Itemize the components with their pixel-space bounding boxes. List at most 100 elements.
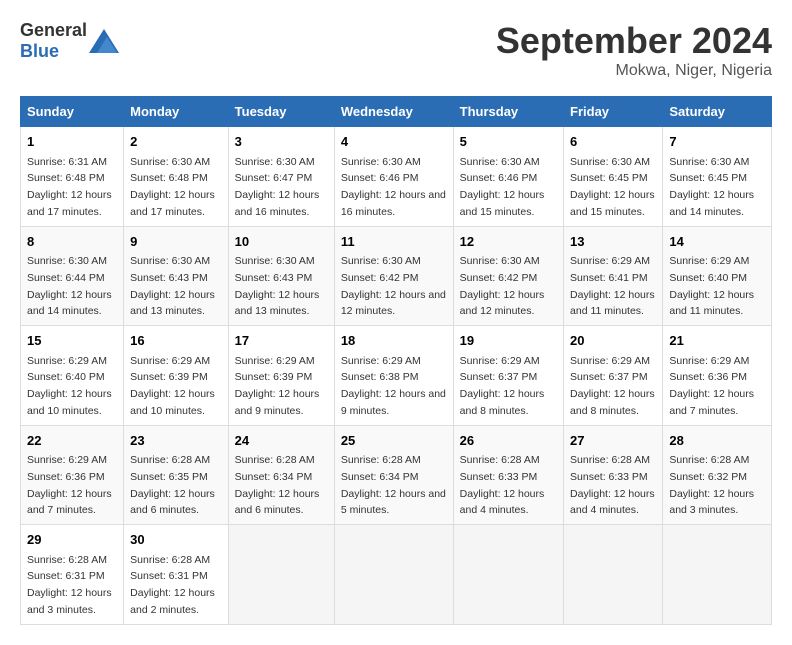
- calendar-cell: 28 Sunrise: 6:28 AMSunset: 6:32 PMDaylig…: [663, 425, 772, 525]
- day-number: 18: [341, 331, 447, 351]
- day-info: Sunrise: 6:28 AMSunset: 6:33 PMDaylight:…: [460, 454, 545, 516]
- day-number: 6: [570, 132, 656, 152]
- day-number: 5: [460, 132, 557, 152]
- day-number: 25: [341, 431, 447, 451]
- col-header-saturday: Saturday: [663, 97, 772, 127]
- calendar-cell: 29 Sunrise: 6:28 AMSunset: 6:31 PMDaylig…: [21, 525, 124, 625]
- day-info: Sunrise: 6:30 AMSunset: 6:48 PMDaylight:…: [130, 156, 215, 218]
- day-info: Sunrise: 6:30 AMSunset: 6:43 PMDaylight:…: [130, 255, 215, 317]
- calendar-cell: 15 Sunrise: 6:29 AMSunset: 6:40 PMDaylig…: [21, 326, 124, 426]
- day-info: Sunrise: 6:29 AMSunset: 6:37 PMDaylight:…: [570, 355, 655, 417]
- logo-text: General Blue: [20, 20, 87, 62]
- calendar-cell: 21 Sunrise: 6:29 AMSunset: 6:36 PMDaylig…: [663, 326, 772, 426]
- calendar-cell: 7 Sunrise: 6:30 AMSunset: 6:45 PMDayligh…: [663, 127, 772, 227]
- calendar-cell: 22 Sunrise: 6:29 AMSunset: 6:36 PMDaylig…: [21, 425, 124, 525]
- calendar-cell: 1 Sunrise: 6:31 AMSunset: 6:48 PMDayligh…: [21, 127, 124, 227]
- day-info: Sunrise: 6:28 AMSunset: 6:32 PMDaylight:…: [669, 454, 754, 516]
- calendar-cell: [564, 525, 663, 625]
- calendar-cell: [453, 525, 563, 625]
- calendar-cell: 6 Sunrise: 6:30 AMSunset: 6:45 PMDayligh…: [564, 127, 663, 227]
- logo-icon: [89, 29, 119, 53]
- title-block: September 2024 Mokwa, Niger, Nigeria: [496, 20, 772, 80]
- week-row-5: 29 Sunrise: 6:28 AMSunset: 6:31 PMDaylig…: [21, 525, 772, 625]
- day-number: 23: [130, 431, 222, 451]
- day-info: Sunrise: 6:28 AMSunset: 6:34 PMDaylight:…: [235, 454, 320, 516]
- day-info: Sunrise: 6:28 AMSunset: 6:35 PMDaylight:…: [130, 454, 215, 516]
- col-header-friday: Friday: [564, 97, 663, 127]
- page-header: General Blue September 2024 Mokwa, Niger…: [20, 20, 772, 80]
- calendar-cell: 8 Sunrise: 6:30 AMSunset: 6:44 PMDayligh…: [21, 226, 124, 326]
- day-number: 8: [27, 232, 117, 252]
- day-number: 16: [130, 331, 222, 351]
- day-info: Sunrise: 6:29 AMSunset: 6:40 PMDaylight:…: [669, 255, 754, 317]
- day-number: 27: [570, 431, 656, 451]
- week-row-4: 22 Sunrise: 6:29 AMSunset: 6:36 PMDaylig…: [21, 425, 772, 525]
- day-info: Sunrise: 6:31 AMSunset: 6:48 PMDaylight:…: [27, 156, 112, 218]
- day-number: 21: [669, 331, 765, 351]
- calendar-table: SundayMondayTuesdayWednesdayThursdayFrid…: [20, 96, 772, 625]
- day-info: Sunrise: 6:30 AMSunset: 6:45 PMDaylight:…: [669, 156, 754, 218]
- calendar-cell: 17 Sunrise: 6:29 AMSunset: 6:39 PMDaylig…: [228, 326, 334, 426]
- day-info: Sunrise: 6:28 AMSunset: 6:33 PMDaylight:…: [570, 454, 655, 516]
- day-info: Sunrise: 6:30 AMSunset: 6:47 PMDaylight:…: [235, 156, 320, 218]
- calendar-cell: 24 Sunrise: 6:28 AMSunset: 6:34 PMDaylig…: [228, 425, 334, 525]
- month-title: September 2024: [496, 20, 772, 62]
- day-number: 14: [669, 232, 765, 252]
- day-number: 26: [460, 431, 557, 451]
- col-header-sunday: Sunday: [21, 97, 124, 127]
- calendar-cell: 27 Sunrise: 6:28 AMSunset: 6:33 PMDaylig…: [564, 425, 663, 525]
- day-info: Sunrise: 6:28 AMSunset: 6:31 PMDaylight:…: [130, 554, 215, 616]
- calendar-cell: 20 Sunrise: 6:29 AMSunset: 6:37 PMDaylig…: [564, 326, 663, 426]
- day-info: Sunrise: 6:30 AMSunset: 6:46 PMDaylight:…: [341, 156, 446, 218]
- calendar-cell: [334, 525, 453, 625]
- calendar-cell: 4 Sunrise: 6:30 AMSunset: 6:46 PMDayligh…: [334, 127, 453, 227]
- day-number: 9: [130, 232, 222, 252]
- col-header-wednesday: Wednesday: [334, 97, 453, 127]
- day-info: Sunrise: 6:30 AMSunset: 6:43 PMDaylight:…: [235, 255, 320, 317]
- day-info: Sunrise: 6:30 AMSunset: 6:42 PMDaylight:…: [341, 255, 446, 317]
- day-info: Sunrise: 6:30 AMSunset: 6:45 PMDaylight:…: [570, 156, 655, 218]
- day-number: 29: [27, 530, 117, 550]
- day-number: 12: [460, 232, 557, 252]
- day-number: 30: [130, 530, 222, 550]
- day-info: Sunrise: 6:29 AMSunset: 6:36 PMDaylight:…: [27, 454, 112, 516]
- calendar-cell: 9 Sunrise: 6:30 AMSunset: 6:43 PMDayligh…: [124, 226, 229, 326]
- calendar-cell: 23 Sunrise: 6:28 AMSunset: 6:35 PMDaylig…: [124, 425, 229, 525]
- calendar-cell: [663, 525, 772, 625]
- day-number: 3: [235, 132, 328, 152]
- day-info: Sunrise: 6:29 AMSunset: 6:39 PMDaylight:…: [130, 355, 215, 417]
- col-header-monday: Monday: [124, 97, 229, 127]
- calendar-cell: 26 Sunrise: 6:28 AMSunset: 6:33 PMDaylig…: [453, 425, 563, 525]
- day-number: 13: [570, 232, 656, 252]
- day-number: 4: [341, 132, 447, 152]
- day-number: 11: [341, 232, 447, 252]
- calendar-cell: 19 Sunrise: 6:29 AMSunset: 6:37 PMDaylig…: [453, 326, 563, 426]
- day-number: 1: [27, 132, 117, 152]
- day-number: 10: [235, 232, 328, 252]
- day-info: Sunrise: 6:29 AMSunset: 6:41 PMDaylight:…: [570, 255, 655, 317]
- day-info: Sunrise: 6:30 AMSunset: 6:42 PMDaylight:…: [460, 255, 545, 317]
- calendar-cell: 2 Sunrise: 6:30 AMSunset: 6:48 PMDayligh…: [124, 127, 229, 227]
- day-info: Sunrise: 6:29 AMSunset: 6:38 PMDaylight:…: [341, 355, 446, 417]
- calendar-cell: 18 Sunrise: 6:29 AMSunset: 6:38 PMDaylig…: [334, 326, 453, 426]
- day-info: Sunrise: 6:28 AMSunset: 6:31 PMDaylight:…: [27, 554, 112, 616]
- logo: General Blue: [20, 20, 119, 62]
- calendar-cell: 12 Sunrise: 6:30 AMSunset: 6:42 PMDaylig…: [453, 226, 563, 326]
- location-title: Mokwa, Niger, Nigeria: [496, 62, 772, 80]
- calendar-cell: 5 Sunrise: 6:30 AMSunset: 6:46 PMDayligh…: [453, 127, 563, 227]
- day-number: 28: [669, 431, 765, 451]
- calendar-cell: 30 Sunrise: 6:28 AMSunset: 6:31 PMDaylig…: [124, 525, 229, 625]
- day-info: Sunrise: 6:29 AMSunset: 6:37 PMDaylight:…: [460, 355, 545, 417]
- calendar-cell: 11 Sunrise: 6:30 AMSunset: 6:42 PMDaylig…: [334, 226, 453, 326]
- calendar-cell: 16 Sunrise: 6:29 AMSunset: 6:39 PMDaylig…: [124, 326, 229, 426]
- day-info: Sunrise: 6:30 AMSunset: 6:44 PMDaylight:…: [27, 255, 112, 317]
- day-number: 2: [130, 132, 222, 152]
- calendar-cell: 14 Sunrise: 6:29 AMSunset: 6:40 PMDaylig…: [663, 226, 772, 326]
- day-number: 24: [235, 431, 328, 451]
- week-row-3: 15 Sunrise: 6:29 AMSunset: 6:40 PMDaylig…: [21, 326, 772, 426]
- week-row-2: 8 Sunrise: 6:30 AMSunset: 6:44 PMDayligh…: [21, 226, 772, 326]
- day-number: 22: [27, 431, 117, 451]
- day-number: 7: [669, 132, 765, 152]
- day-number: 17: [235, 331, 328, 351]
- week-row-1: 1 Sunrise: 6:31 AMSunset: 6:48 PMDayligh…: [21, 127, 772, 227]
